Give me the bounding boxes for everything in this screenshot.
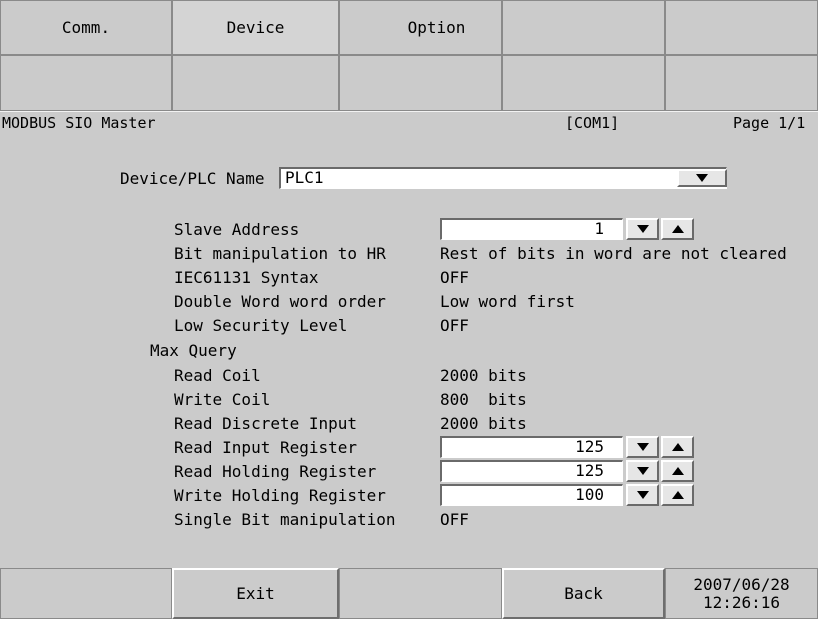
write-holding-reg-up-button[interactable] [661, 484, 694, 506]
time-text: 12:26:16 [702, 592, 781, 612]
write-holding-reg-value: 100 [575, 485, 604, 504]
back-button-label: Back [564, 584, 603, 603]
read-holding-reg-value: 125 [575, 461, 604, 480]
tab-empty-1 [502, 0, 665, 55]
footer-empty-2 [339, 568, 502, 619]
single-bit-value: OFF [440, 510, 469, 529]
slave-address-value: 1 [594, 219, 604, 238]
tab-row2-3 [339, 55, 502, 111]
tab-row2-2 [172, 55, 339, 111]
triangle-up-icon [671, 491, 684, 499]
write-coil-value: 800 bits [440, 390, 527, 409]
tab-row2-4 [502, 55, 665, 111]
footer-empty-1 [0, 568, 172, 619]
device-name-label: Device/PLC Name [120, 169, 265, 188]
tab-bar: Comm. Device Option [0, 0, 818, 111]
low-security-value: OFF [440, 316, 469, 335]
tab-comm-label: Comm. [61, 18, 111, 37]
low-security-label: Low Security Level [174, 316, 348, 335]
read-holding-reg-label: Read Holding Register [174, 462, 377, 481]
slave-address-down-button[interactable] [626, 218, 659, 240]
bit-manipulation-value: Rest of bits in word are not cleared [440, 244, 787, 263]
exit-button[interactable]: Exit [172, 568, 339, 619]
device-dropdown-button[interactable] [677, 169, 727, 187]
tab-row2-1 [0, 55, 172, 111]
slave-address-label: Slave Address [174, 220, 300, 239]
dword-order-value: Low word first [440, 292, 575, 311]
tab-empty-2 [665, 0, 818, 55]
tab-device[interactable]: Device [172, 0, 339, 55]
tab-row2-5 [665, 55, 818, 111]
back-button[interactable]: Back [502, 568, 665, 619]
triangle-down-icon [636, 443, 649, 451]
read-input-reg-up-button[interactable] [661, 436, 694, 458]
datetime-display: 2007/06/28 12:26:16 [665, 568, 818, 619]
tab-option-label: Option [407, 18, 466, 37]
device-name-select[interactable]: PLC1 [279, 167, 727, 189]
read-input-reg-input[interactable]: 125 [440, 436, 623, 458]
driver-name: MODBUS SIO Master [2, 114, 156, 132]
read-holding-reg-up-button[interactable] [661, 460, 694, 482]
write-holding-reg-label: Write Holding Register [174, 486, 386, 505]
dropdown-icon [696, 174, 708, 182]
write-holding-reg-input[interactable]: 100 [440, 484, 623, 506]
triangle-down-icon [636, 225, 649, 233]
exit-button-label: Exit [236, 584, 275, 603]
triangle-up-icon [671, 467, 684, 475]
triangle-down-icon [636, 467, 649, 475]
iec-syntax-value: OFF [440, 268, 469, 287]
single-bit-label: Single Bit manipulation [174, 510, 396, 529]
divider [0, 111, 818, 112]
read-discrete-value: 2000 bits [440, 414, 527, 433]
write-holding-reg-down-button[interactable] [626, 484, 659, 506]
read-discrete-label: Read Discrete Input [174, 414, 358, 433]
port-label: [COM1] [565, 114, 620, 132]
read-holding-reg-down-button[interactable] [626, 460, 659, 482]
iec-syntax-label: IEC61131 Syntax [174, 268, 319, 287]
tab-device-label: Device [226, 18, 285, 37]
triangle-up-icon [671, 443, 684, 451]
device-name-value: PLC1 [285, 168, 324, 187]
tab-option[interactable]: Option [339, 0, 502, 55]
triangle-up-icon [671, 225, 684, 233]
write-coil-label: Write Coil [174, 390, 271, 409]
slave-address-input[interactable]: 1 [440, 218, 623, 240]
triangle-down-icon [636, 491, 649, 499]
read-input-reg-value: 125 [575, 437, 604, 456]
read-coil-label: Read Coil [174, 366, 261, 385]
bit-manipulation-label: Bit manipulation to HR [174, 244, 386, 263]
tab-comm[interactable]: Comm. [0, 0, 172, 55]
read-coil-value: 2000 bits [440, 366, 527, 385]
dword-order-label: Double Word word order [174, 292, 386, 311]
slave-address-up-button[interactable] [661, 218, 694, 240]
read-input-reg-label: Read Input Register [174, 438, 358, 457]
date-text: 2007/06/28 [693, 574, 790, 594]
read-holding-reg-input[interactable]: 125 [440, 460, 623, 482]
read-input-reg-down-button[interactable] [626, 436, 659, 458]
max-query-label: Max Query [150, 341, 237, 360]
page-indicator: Page 1/1 [733, 114, 806, 132]
